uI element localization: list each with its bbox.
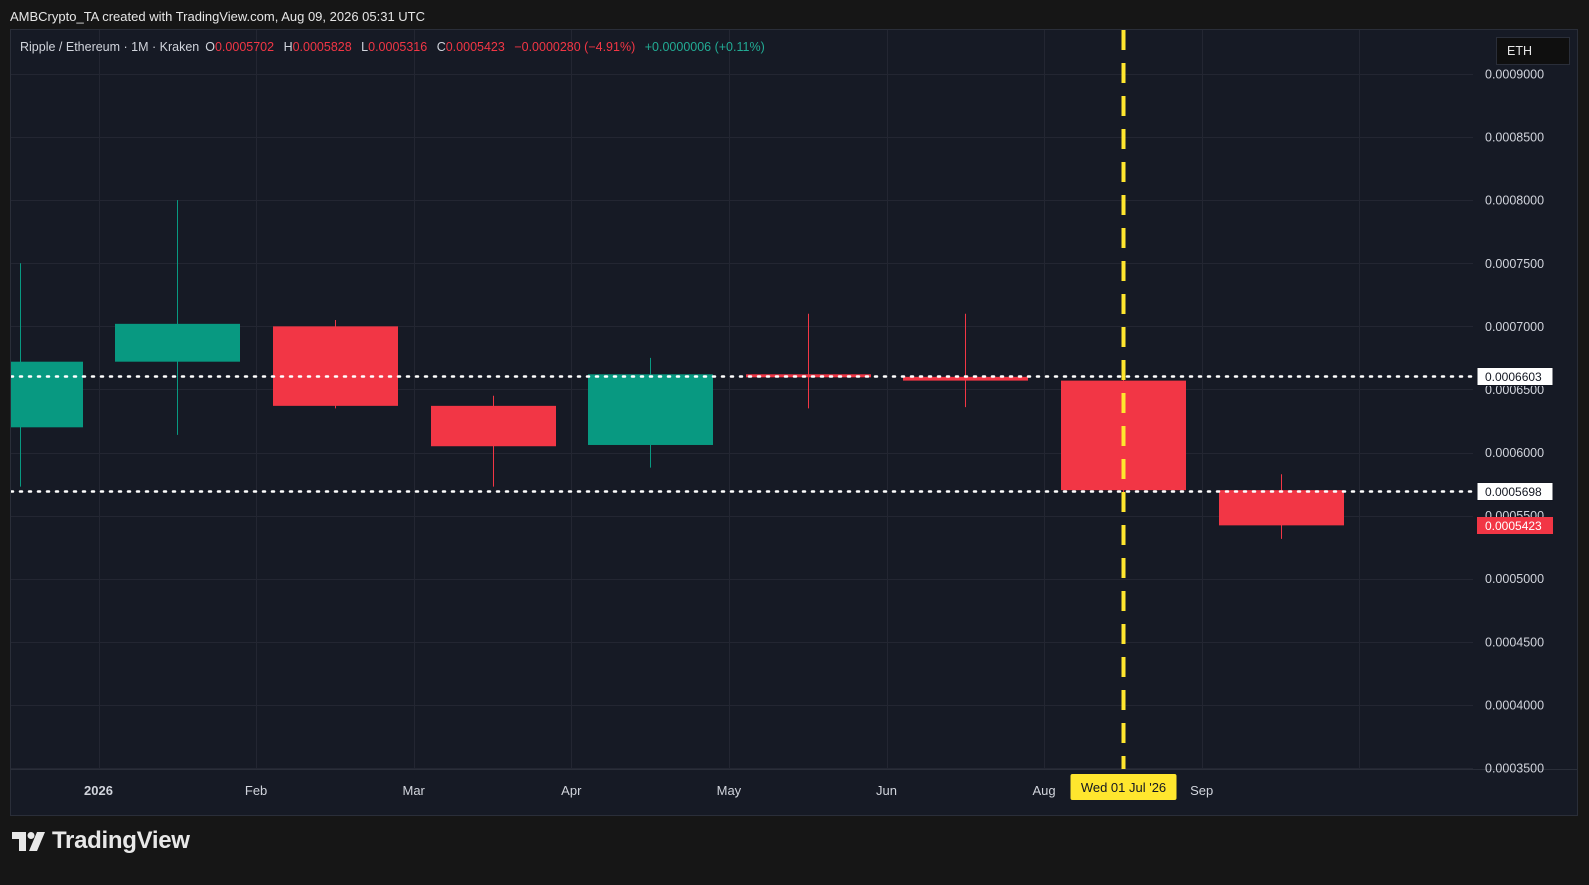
y-axis-tick-label: 0.0006000: [1485, 446, 1544, 460]
chart-background: [11, 30, 1577, 815]
y-axis-tick-label: 0.0008500: [1485, 131, 1544, 145]
candle-body[interactable]: [115, 323, 240, 362]
tradingview-logo-icon: [12, 832, 45, 851]
high-label: H: [283, 40, 293, 54]
price-level-label: 0.0005698: [1485, 485, 1542, 499]
chart-panel[interactable]: 0.0006603 0.0005698 0.0009000 0.0008500 0.00…: [10, 29, 1578, 816]
x-axis-tick-label: 2026: [84, 783, 113, 798]
candle-body[interactable]: [746, 374, 871, 378]
close-label: C: [436, 40, 446, 54]
x-axis-tick-label: Feb: [245, 783, 267, 798]
y-axis-tick-label: 0.0007500: [1485, 257, 1544, 271]
y-axis-tick-label: 0.0008000: [1485, 194, 1544, 208]
x-axis-tick-label: Apr: [561, 783, 582, 798]
open-label: O: [205, 40, 215, 54]
secondary-change-value: +0.0000006 (+0.11%): [644, 40, 765, 54]
last-price-label: 0.0005423: [1485, 519, 1542, 533]
candle-body[interactable]: [431, 405, 556, 447]
tradingview-brand[interactable]: TradingView: [12, 826, 190, 856]
high-value: 0.0005828: [292, 40, 352, 54]
x-axis-tick-label: May: [717, 783, 742, 798]
y-axis-tick-label: 0.0003500: [1485, 762, 1544, 776]
close-value: 0.0005423: [445, 40, 505, 54]
y-axis-tick-label: 0.0005000: [1485, 572, 1544, 586]
candle-body[interactable]: [1219, 490, 1344, 526]
x-axis-tick-label: Mar: [403, 783, 426, 798]
x-axis-tick-label: Sep: [1190, 783, 1213, 798]
chart-created-caption: AMBCrypto_TA created with TradingView.co…: [10, 9, 426, 24]
change-value: −0.0000280 (−4.91%): [514, 40, 636, 54]
low-value: 0.0005316: [368, 40, 428, 54]
y-axis-tick-label: 0.0004000: [1485, 698, 1544, 712]
y-axis-tick-label: 0.0004500: [1485, 635, 1544, 649]
symbol-legend: Ripple / Ethereum · 1M · Kraken O0.000570…: [20, 40, 771, 54]
candle-body[interactable]: [273, 326, 398, 406]
x-axis-tick-label: Aug: [1033, 783, 1056, 798]
candle-body[interactable]: [588, 374, 713, 445]
y-axis-tick-label: 0.0009000: [1485, 68, 1544, 82]
candlestick-chart[interactable]: 0.0006603 0.0005698 0.0009000 0.0008500 0.00…: [11, 30, 1578, 816]
y-axis-tick-label: 0.0007000: [1485, 320, 1544, 334]
open-value: 0.0005702: [214, 40, 275, 54]
symbol-title[interactable]: Ripple / Ethereum · 1M · Kraken: [20, 40, 199, 54]
candle-body[interactable]: [11, 361, 83, 428]
currency-selector[interactable]: ETH: [1496, 37, 1570, 65]
tradingview-wordmark: TradingView: [52, 827, 190, 854]
x-axis-tick-label: Jun: [876, 783, 897, 798]
price-level-label: 0.0006603: [1485, 370, 1542, 384]
date-marker-label: Wed 01 Jul '26: [1081, 780, 1166, 795]
